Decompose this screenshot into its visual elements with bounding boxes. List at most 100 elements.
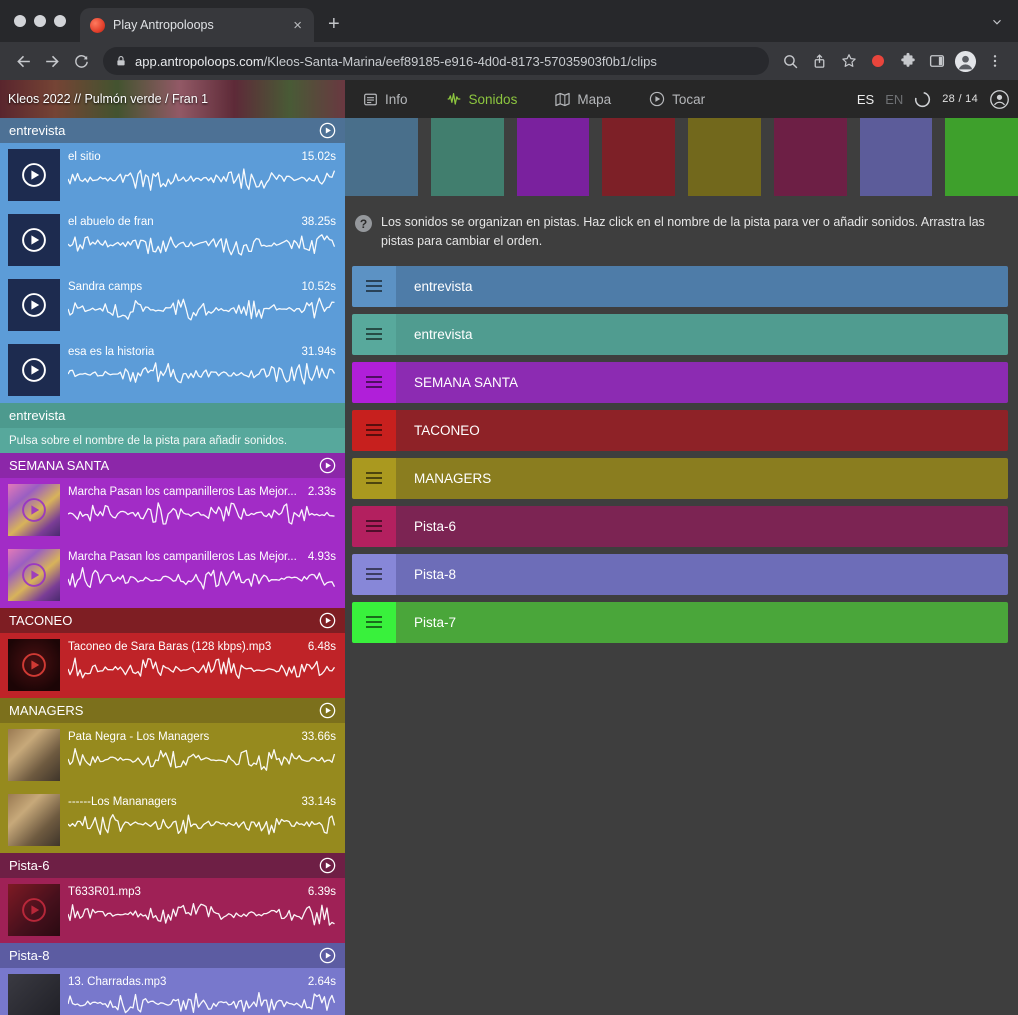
lang-en-button[interactable]: EN: [885, 92, 903, 107]
breadcrumb[interactable]: Kleos 2022 // Pulmón verde / Fran 1: [0, 92, 208, 106]
track-row-bar[interactable]: SEMANA SANTA: [396, 362, 1008, 403]
track-header[interactable]: SEMANA SANTA: [0, 453, 345, 478]
reload-button[interactable]: [68, 48, 95, 75]
track-play-button[interactable]: [319, 457, 336, 474]
track-row-bar[interactable]: Pista-8: [396, 554, 1008, 595]
side-panel-icon[interactable]: [923, 48, 950, 75]
lang-es-button[interactable]: ES: [857, 92, 874, 107]
track-play-button[interactable]: [319, 612, 336, 629]
clip[interactable]: T633R01.mp36.39s: [0, 878, 345, 943]
window-minimize-button[interactable]: [34, 15, 46, 27]
track-play-button[interactable]: [319, 702, 336, 719]
clip[interactable]: ------Los Mananagers33.14s: [0, 788, 345, 853]
track-swatch-5[interactable]: [688, 118, 761, 196]
browser-window: Play Antropoloops × + app.antropoloops.c…: [0, 0, 1018, 1015]
track-header[interactable]: MANAGERS: [0, 698, 345, 723]
clip[interactable]: Marcha Pasan los campanilleros Las Mejor…: [0, 478, 345, 543]
nav-tab-tocar[interactable]: Tocar: [649, 91, 705, 107]
clip-play-thumbnail[interactable]: [8, 279, 60, 331]
clip-play-thumbnail[interactable]: [8, 639, 60, 691]
window-zoom-button[interactable]: [54, 15, 66, 27]
clip-play-thumbnail[interactable]: [8, 729, 60, 781]
tab-close-icon[interactable]: ×: [291, 18, 304, 33]
zoom-icon[interactable]: [777, 48, 804, 75]
track-row-label: MANAGERS: [414, 471, 491, 486]
account-icon[interactable]: [989, 89, 1010, 110]
browser-menu-kebab-icon[interactable]: [981, 48, 1008, 75]
track-row-bar[interactable]: entrevista: [396, 314, 1008, 355]
drag-handle[interactable]: [352, 266, 396, 307]
track-header[interactable]: Pista-6: [0, 853, 345, 878]
drag-handle[interactable]: [352, 458, 396, 499]
profile-avatar[interactable]: [952, 48, 979, 75]
clip-play-thumbnail[interactable]: [8, 344, 60, 396]
track-row-bar[interactable]: MANAGERS: [396, 458, 1008, 499]
browser-tab[interactable]: Play Antropoloops ×: [80, 8, 314, 42]
address-bar[interactable]: app.antropoloops.com/Kleos-Santa-Marina/…: [103, 47, 769, 75]
track-row-bar[interactable]: Pista-7: [396, 602, 1008, 643]
clip[interactable]: el abuelo de fran38.25s: [0, 208, 345, 273]
clip-play-thumbnail[interactable]: [8, 549, 60, 601]
track-row-bar[interactable]: TACONEO: [396, 410, 1008, 451]
track-row-semana-santa-2[interactable]: SEMANA SANTA: [352, 362, 1008, 403]
clip-play-thumbnail[interactable]: [8, 149, 60, 201]
track-row-bar[interactable]: Pista-6: [396, 506, 1008, 547]
help-text: Los sonidos se organizan en pistas. Haz …: [381, 213, 1006, 252]
clip-play-thumbnail[interactable]: [8, 884, 60, 936]
track-swatch-3[interactable]: [517, 118, 590, 196]
drag-handle[interactable]: [352, 410, 396, 451]
nav-tab-info[interactable]: Info: [363, 91, 408, 107]
clip[interactable]: el sitio15.02s: [0, 143, 345, 208]
track-swatch-2[interactable]: [431, 118, 504, 196]
drag-handle[interactable]: [352, 362, 396, 403]
share-icon[interactable]: [806, 48, 833, 75]
back-button[interactable]: [10, 48, 37, 75]
clip[interactable]: Sandra camps10.52s: [0, 273, 345, 338]
track-swatch-6[interactable]: [774, 118, 847, 196]
drag-handle[interactable]: [352, 506, 396, 547]
track-play-button[interactable]: [319, 122, 336, 139]
nav-tab-mapa[interactable]: Mapa: [555, 91, 611, 107]
lock-icon[interactable]: [115, 54, 127, 68]
clip-title: T633R01.mp3: [68, 886, 300, 898]
drag-handle[interactable]: [352, 554, 396, 595]
clip[interactable]: Taconeo de Sara Baras (128 kbps).mp36.48…: [0, 633, 345, 698]
extensions-puzzle-icon[interactable]: [894, 48, 921, 75]
track-play-button[interactable]: [319, 947, 336, 964]
track-swatch-8[interactable]: [945, 118, 1018, 196]
track-swatch-7[interactable]: [860, 118, 933, 196]
track-row-entrevista-1[interactable]: entrevista: [352, 314, 1008, 355]
clip[interactable]: 13. Charradas.mp32.64s: [0, 968, 345, 1015]
drag-handle[interactable]: [352, 602, 396, 643]
window-close-button[interactable]: [14, 15, 26, 27]
clip-play-thumbnail[interactable]: [8, 484, 60, 536]
forward-button[interactable]: [39, 48, 66, 75]
track-header[interactable]: TACONEO: [0, 608, 345, 633]
clip[interactable]: Marcha Pasan los campanilleros Las Mejor…: [0, 543, 345, 608]
clip[interactable]: Pata Negra - Los Managers33.66s: [0, 723, 345, 788]
new-tab-button[interactable]: +: [328, 14, 340, 34]
drag-handle[interactable]: [352, 314, 396, 355]
track-row-pista-7-7[interactable]: Pista-7: [352, 602, 1008, 643]
clip[interactable]: esa es la historia31.94s: [0, 338, 345, 403]
track-play-button[interactable]: [319, 857, 336, 874]
track-header[interactable]: Pista-8: [0, 943, 345, 968]
track-row-taconeo-3[interactable]: TACONEO: [352, 410, 1008, 451]
recording-extension-icon[interactable]: [872, 55, 884, 67]
track-row-entrevista-0[interactable]: entrevista: [352, 266, 1008, 307]
nav-tab-sonidos[interactable]: Sonidos: [446, 91, 518, 107]
clip-play-thumbnail[interactable]: [8, 214, 60, 266]
track-header[interactable]: entrevista: [0, 118, 345, 143]
track-row-managers-4[interactable]: MANAGERS: [352, 458, 1008, 499]
tab-search-chevron-icon[interactable]: [990, 15, 1004, 34]
track-swatch-1[interactable]: [345, 118, 418, 196]
track-swatch-4[interactable]: [602, 118, 675, 196]
project-thumbnail[interactable]: Kleos 2022 // Pulmón verde / Fran 1: [0, 80, 345, 118]
track-row-bar[interactable]: entrevista: [396, 266, 1008, 307]
clip-play-thumbnail[interactable]: [8, 974, 60, 1015]
track-row-pista-6-5[interactable]: Pista-6: [352, 506, 1008, 547]
track-header[interactable]: entrevista: [0, 403, 345, 428]
bookmark-star-icon[interactable]: [835, 48, 862, 75]
clip-play-thumbnail[interactable]: [8, 794, 60, 846]
track-row-pista-8-6[interactable]: Pista-8: [352, 554, 1008, 595]
